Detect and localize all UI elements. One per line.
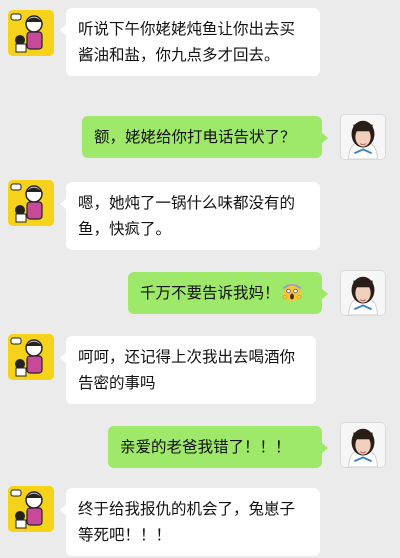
girl-photo-icon	[341, 115, 385, 159]
message-bubble[interactable]: 千万不要告诉我妈！	[128, 272, 328, 314]
dad-cartoon-icon	[8, 486, 54, 532]
dad-avatar[interactable]	[8, 334, 54, 380]
message-text: 千万不要告诉我妈！	[140, 284, 280, 302]
dad-avatar[interactable]	[8, 10, 54, 56]
girl-avatar[interactable]	[340, 270, 386, 316]
message-bubble[interactable]: 额，姥姥给你打电话告状了？	[82, 116, 328, 158]
dad-cartoon-icon	[8, 180, 54, 226]
message-bubble[interactable]: 终于给我报仇的机会了，兔崽子等死吧！！！	[60, 488, 320, 556]
dad-avatar[interactable]	[8, 180, 54, 226]
dad-cartoon-icon	[8, 334, 54, 380]
message-bubble[interactable]: 听说下午你姥姥炖鱼让你出去买酱油和盐，你九点多才回去。	[60, 8, 320, 76]
girl-avatar[interactable]	[340, 422, 386, 468]
girl-avatar[interactable]	[340, 114, 386, 160]
message-bubble[interactable]: 亲爱的老爸我错了！！！	[108, 426, 328, 468]
girl-photo-icon	[341, 423, 385, 467]
message-bubble[interactable]: 呵呵，还记得上次我出去喝酒你告密的事吗	[60, 336, 316, 404]
girl-photo-icon	[341, 271, 385, 315]
face-screaming-in-fear-icon	[282, 283, 301, 301]
message-bubble[interactable]: 嗯，她炖了一锅什么味都没有的鱼，快疯了。	[60, 182, 320, 250]
dad-avatar[interactable]	[8, 486, 54, 532]
dad-cartoon-icon	[8, 10, 54, 56]
